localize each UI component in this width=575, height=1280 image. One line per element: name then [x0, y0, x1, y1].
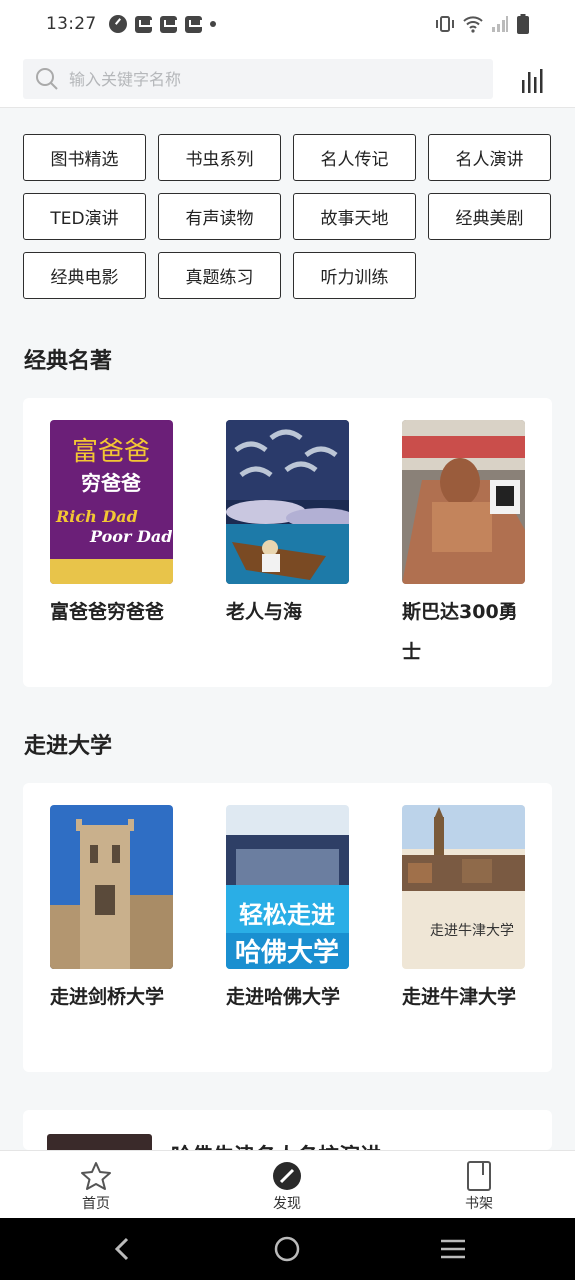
book-cover: 轻松走进 哈佛大学	[226, 805, 349, 969]
tag-button[interactable]: 真题练习	[158, 252, 281, 299]
star-icon	[81, 1162, 111, 1190]
wifi-icon	[463, 16, 483, 33]
book-item[interactable]: 走进剑桥大学	[50, 805, 190, 1017]
tag-button[interactable]: 经典美剧	[428, 193, 551, 240]
speedometer-icon	[108, 15, 127, 33]
mail-icon-3	[184, 15, 202, 33]
tag-button[interactable]: 故事天地	[293, 193, 416, 240]
search-box[interactable]	[23, 59, 493, 99]
book-item[interactable]: 老人与海	[226, 420, 366, 632]
tag-button[interactable]: 图书精选	[23, 134, 146, 181]
svg-text:轻松走进: 轻松走进	[239, 901, 335, 929]
section-title-classics: 经典名著	[24, 349, 113, 374]
system-navigation-bar	[0, 1218, 575, 1280]
book-title: 老人与海	[226, 601, 303, 623]
book-cover	[226, 420, 349, 584]
tag-button[interactable]: 听力训练	[293, 252, 416, 299]
book-item[interactable]: 富爸爸 穷爸爸 Rich Dad Poor Dad 富爸爸穷爸爸	[50, 420, 190, 632]
book-cover: 富爸爸 穷爸爸 Rich Dad Poor Dad	[50, 420, 173, 584]
book-title: 富爸爸穷爸爸	[50, 601, 165, 623]
book-icon	[467, 1161, 491, 1191]
tag-button[interactable]: 有声读物	[158, 193, 281, 240]
nav-home-label: 首页	[82, 1196, 110, 1212]
more-dot-icon	[209, 21, 216, 27]
svg-text:Rich Dad: Rich Dad	[55, 507, 138, 526]
search-icon	[36, 68, 58, 90]
book-title: 走进哈佛大学	[226, 986, 341, 1008]
bottom-navigation: 首页 发现 书架	[0, 1150, 575, 1218]
tag-button[interactable]: 书虫系列	[158, 134, 281, 181]
vibrate-icon	[436, 16, 454, 32]
book-title: 斯巴达300勇士	[402, 601, 518, 663]
section-card-classics: 富爸爸 穷爸爸 Rich Dad Poor Dad 富爸爸穷爸爸 老人与海 斯巴…	[23, 398, 552, 687]
recents-icon[interactable]	[439, 1238, 467, 1260]
search-input[interactable]	[69, 69, 469, 89]
svg-text:穷爸爸: 穷爸爸	[81, 471, 141, 495]
book-title: 走进牛津大学	[402, 986, 517, 1008]
section-title-universities: 走进大学	[24, 734, 113, 759]
mail-icon	[134, 15, 152, 33]
book-item[interactable]: 走进牛津大学 走进牛津大学	[402, 805, 542, 1017]
nav-shelf-label: 书架	[465, 1196, 493, 1212]
back-icon[interactable]	[112, 1237, 132, 1261]
book-title: 走进剑桥大学	[50, 986, 165, 1008]
nav-discover-label: 发现	[273, 1196, 301, 1212]
book-item[interactable]: 斯巴达300勇士	[402, 420, 542, 672]
tag-button[interactable]: 名人演讲	[428, 134, 551, 181]
bar-chart-icon[interactable]	[521, 68, 547, 94]
home-circle-icon[interactable]	[274, 1236, 300, 1262]
book-cover: 走进牛津大学	[402, 805, 525, 969]
list-item-thumbnail	[47, 1134, 152, 1150]
book-item[interactable]: 轻松走进 哈佛大学 走进哈佛大学	[226, 805, 366, 1017]
section-card-universities: 走进剑桥大学 轻松走进 哈佛大学 走进哈佛大学 走进牛津大学 走进牛津大学	[23, 783, 552, 1072]
book-cover	[402, 420, 525, 584]
book-cover	[50, 805, 173, 969]
nav-home[interactable]: 首页	[56, 1161, 136, 1213]
nav-discover[interactable]: 发现	[247, 1161, 327, 1213]
svg-text:富爸爸: 富爸爸	[72, 437, 150, 467]
nav-shelf[interactable]: 书架	[439, 1161, 519, 1213]
signal-icon	[492, 16, 508, 32]
battery-icon	[517, 14, 529, 34]
tag-button[interactable]: TED演讲	[23, 193, 146, 240]
svg-text:走进牛津大学: 走进牛津大学	[430, 923, 514, 939]
svg-text:Poor Dad: Poor Dad	[89, 527, 172, 546]
tag-button[interactable]: 经典电影	[23, 252, 146, 299]
status-bar: 13:27	[0, 0, 575, 48]
search-header	[0, 48, 575, 108]
svg-text:哈佛大学: 哈佛大学	[235, 937, 339, 968]
mail-icon-2	[159, 15, 177, 33]
status-time: 13:27	[46, 14, 97, 34]
list-item-partial[interactable]: 哈佛牛津名人名校演讲	[23, 1110, 552, 1150]
compass-icon	[273, 1162, 301, 1190]
category-tags: 图书精选 书虫系列 名人传记 名人演讲 TED演讲 有声读物 故事天地 经典美剧…	[23, 134, 553, 299]
list-item-title: 哈佛牛津名人名校演讲	[171, 1140, 381, 1150]
tag-button[interactable]: 名人传记	[293, 134, 416, 181]
